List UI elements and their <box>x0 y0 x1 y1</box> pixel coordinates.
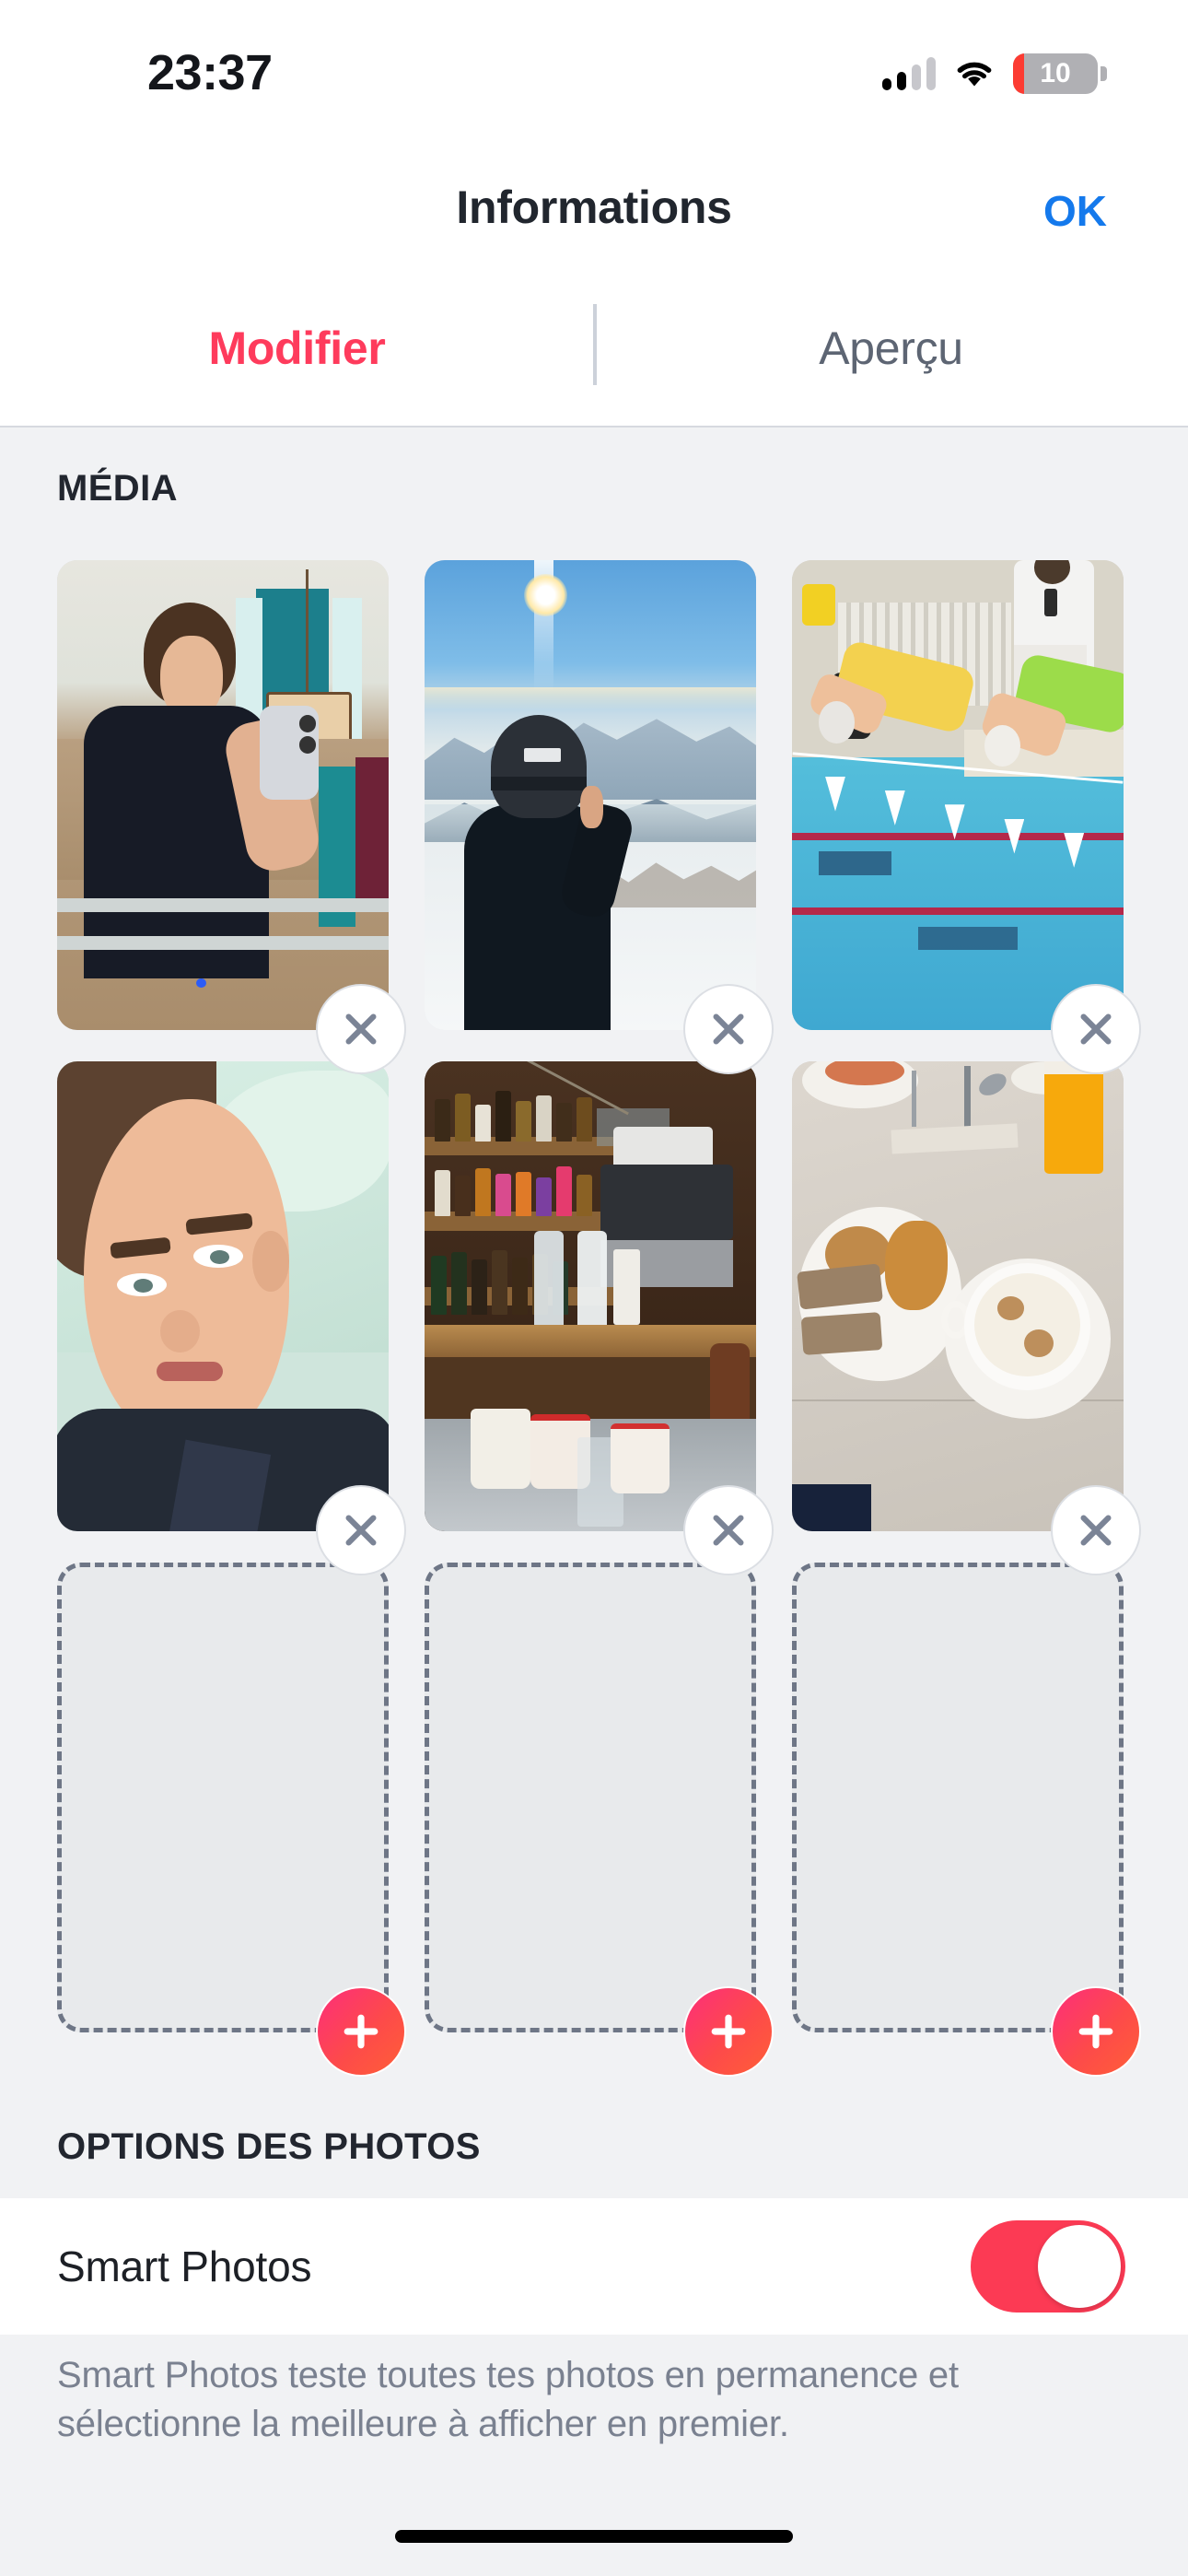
home-indicator[interactable] <box>395 2530 793 2543</box>
remove-photo-button-2[interactable] <box>683 984 774 1074</box>
photo-thumbnail-5[interactable] <box>425 1061 756 1531</box>
smart-photos-description: Smart Photos teste toutes tes photos en … <box>57 2355 959 2445</box>
empty-photo-slot-2[interactable] <box>425 1563 756 2032</box>
smart-photos-label: Smart Photos <box>57 2242 312 2290</box>
photo-thumbnail-2[interactable] <box>425 560 756 1030</box>
remove-photo-button-6[interactable] <box>1051 1485 1141 1575</box>
battery-level-label: 10 <box>1040 58 1071 88</box>
add-photo-button-1[interactable] <box>316 1986 406 2077</box>
photo-options-section-header: OPTIONS DES PHOTOS <box>57 2126 481 2167</box>
photo-thumbnail-1[interactable] <box>57 560 389 1030</box>
empty-photo-slot-3[interactable] <box>792 1563 1124 2032</box>
remove-photo-button-3[interactable] <box>1051 984 1141 1074</box>
toggle-knob <box>1038 2225 1121 2308</box>
smart-photos-row[interactable]: Smart Photos <box>0 2198 1188 2335</box>
tab-divider <box>593 304 597 385</box>
remove-photo-button-5[interactable] <box>683 1485 774 1575</box>
photo-thumbnail-3[interactable] <box>792 560 1124 1030</box>
media-grid <box>0 0 1188 2576</box>
remove-photo-button-4[interactable] <box>316 1485 406 1575</box>
remove-photo-button-1[interactable] <box>316 984 406 1074</box>
smart-photos-toggle[interactable] <box>971 2220 1125 2313</box>
photo-thumbnail-4[interactable] <box>57 1061 389 1531</box>
add-photo-button-2[interactable] <box>683 1986 774 2077</box>
app-screen: 23:37 10 Informations OK Modifier Aperçu… <box>0 0 1188 2576</box>
photo-thumbnail-6[interactable] <box>792 1061 1124 1531</box>
empty-photo-slot-1[interactable] <box>57 1563 389 2032</box>
add-photo-button-3[interactable] <box>1051 1986 1141 2077</box>
